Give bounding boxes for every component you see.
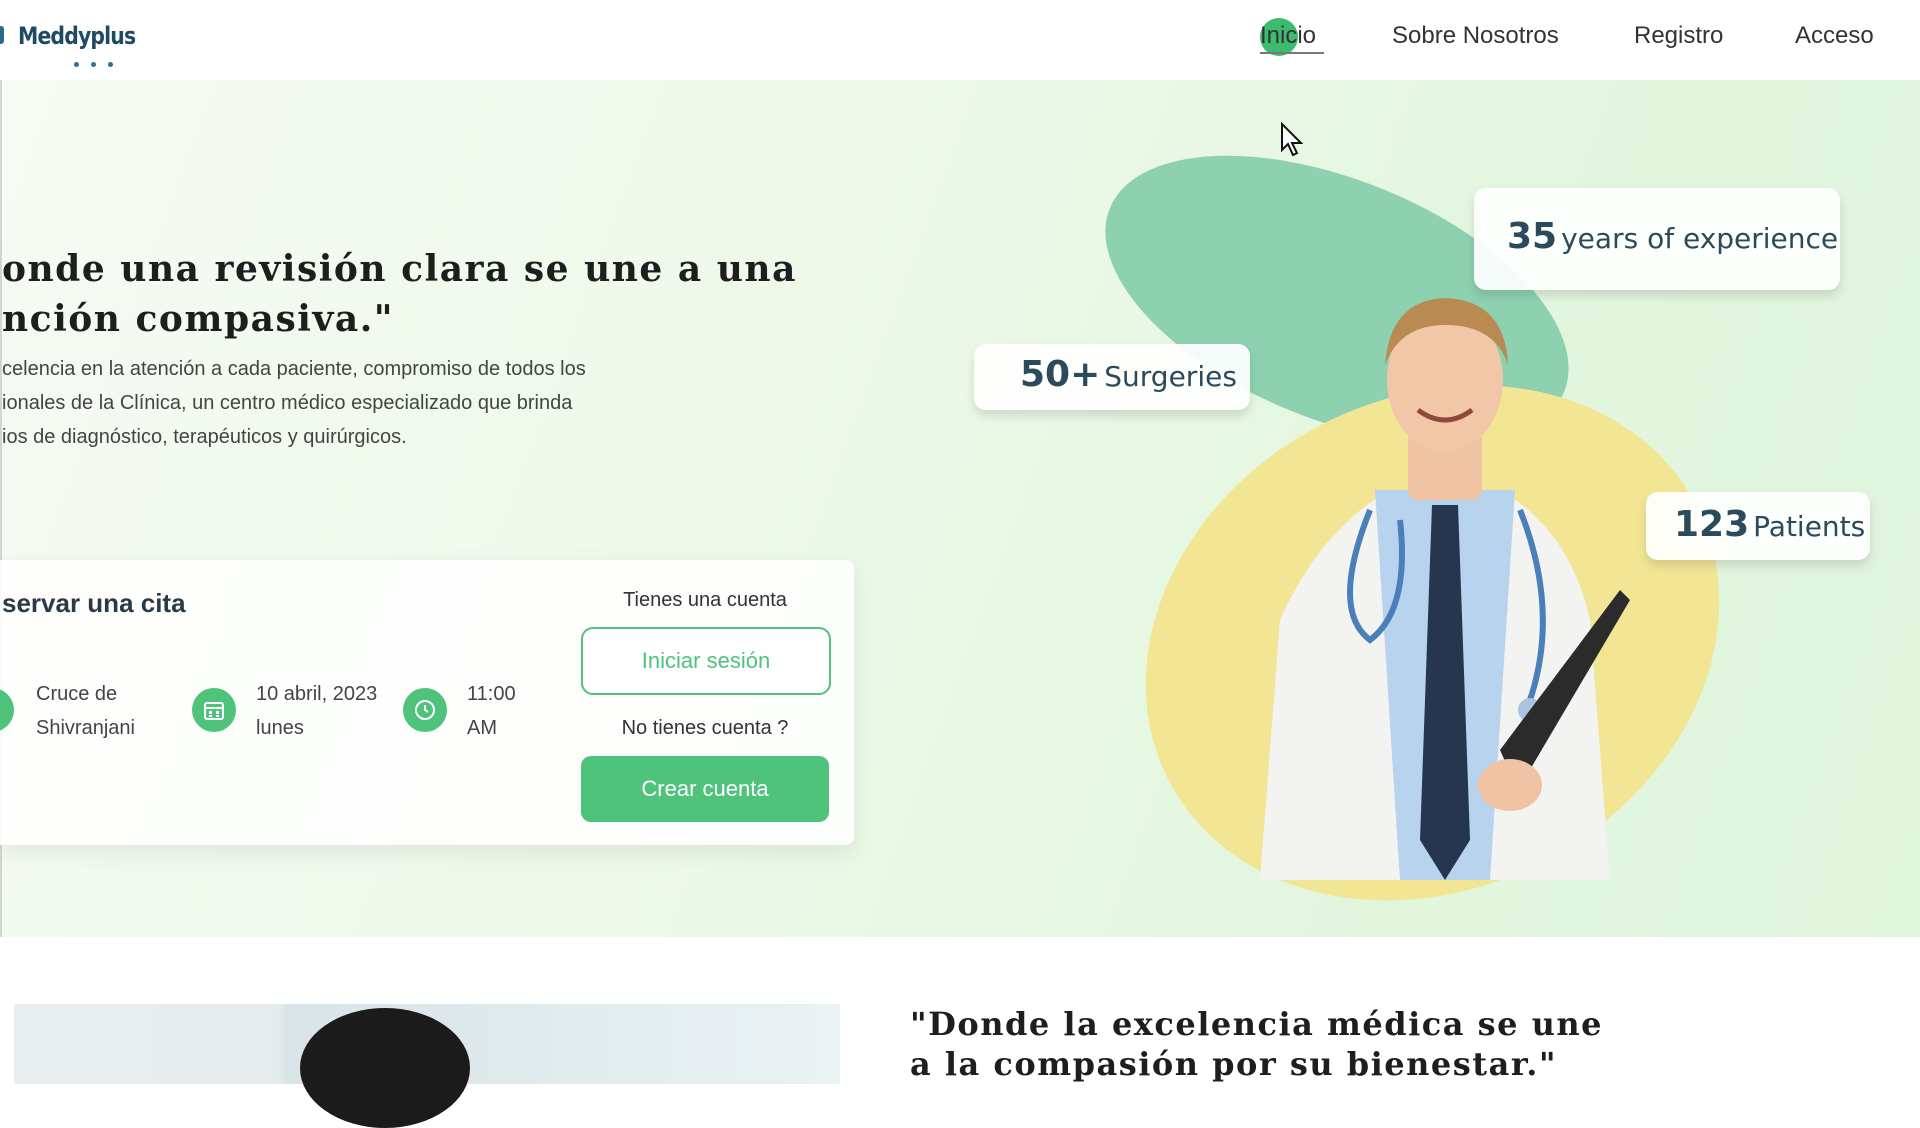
header: Meddyplus Inicio Sobre Nosotros Registro… <box>0 0 1920 80</box>
nav-inicio[interactable]: Inicio <box>1260 22 1316 50</box>
hero-description: celencia en la atención a cada paciente,… <box>2 358 586 448</box>
calendar-icon <box>192 688 236 732</box>
hero-title: onde una revisión clara se une a una nci… <box>2 248 797 340</box>
logo-dots <box>74 54 125 72</box>
stat-surgeries-label: Surgeries <box>1104 360 1237 393</box>
lower-doctor-head <box>300 1008 470 1128</box>
nav-sobre-nosotros[interactable]: Sobre Nosotros <box>1392 22 1559 50</box>
stat-patients-number: 123 <box>1674 504 1750 545</box>
appointment-location: Cruce de Shivranjani <box>36 683 135 739</box>
stat-experience: 35 years of experience <box>1474 188 1840 290</box>
stat-patients: 123 Patients <box>1646 492 1870 560</box>
logo-edge <box>0 26 4 44</box>
stat-patients-label: Patients <box>1753 510 1866 543</box>
create-account-button[interactable]: Crear cuenta <box>581 756 829 822</box>
stat-experience-label: years of experience <box>1561 222 1839 255</box>
doctor-illustration <box>1260 298 1630 880</box>
mouse-cursor-icon <box>1281 122 1304 157</box>
stat-experience-number: 35 <box>1507 216 1558 257</box>
nav-registro[interactable]: Registro <box>1634 22 1723 50</box>
lower-quote: "Donde la excelencia médica se une a la … <box>910 1005 1604 1083</box>
login-button[interactable]: Iniciar sesión <box>581 627 831 695</box>
clock-icon <box>403 688 447 732</box>
stat-surgeries-number: 50+ <box>1020 354 1101 395</box>
nav-acceso[interactable]: Acceso <box>1795 22 1874 50</box>
has-account-label: Tienes una cuenta <box>623 589 787 611</box>
appointment-title: servar una cita <box>2 588 186 618</box>
stat-surgeries: 50+ Surgeries <box>974 344 1250 410</box>
logo[interactable]: Meddyplus <box>18 22 136 50</box>
appointment-date: 10 abril, 2023 lunes <box>256 683 378 739</box>
no-account-label: No tienes cuenta ? <box>621 717 789 739</box>
appointment-time: 11:00 AM <box>467 683 516 739</box>
nav-active-underline <box>1260 52 1324 54</box>
